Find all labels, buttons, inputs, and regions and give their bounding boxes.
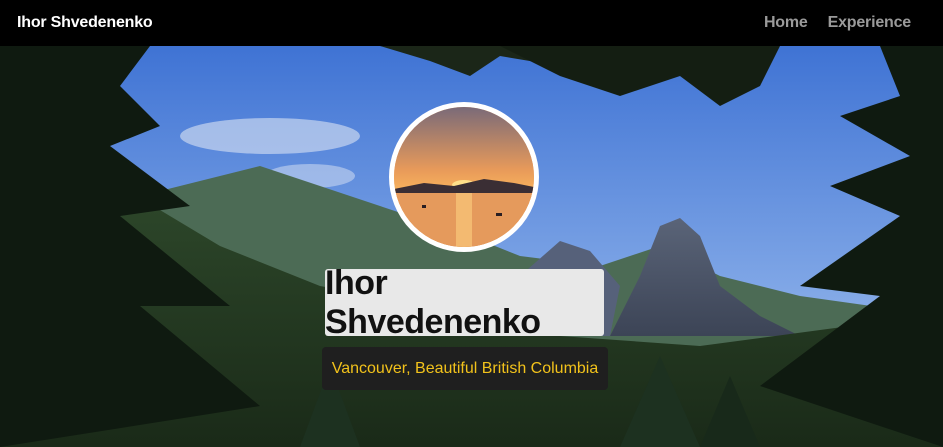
location-text: Vancouver, Beautiful British Columbia <box>331 359 599 377</box>
top-navbar: Ihor Shvedenenko Home Experience <box>0 0 943 46</box>
location-badge: Vancouver, Beautiful British Columbia <box>322 347 608 390</box>
sunset-photo <box>394 107 534 247</box>
name-heading-box: Ihor Shvedenenko <box>325 264 604 341</box>
nav-link-home[interactable]: Home <box>764 14 808 32</box>
nav-link-experience[interactable]: Experience <box>828 14 912 32</box>
nav-links: Home Experience <box>764 14 911 32</box>
brand-link[interactable]: Ihor Shvedenenko <box>17 14 153 32</box>
name-heading: Ihor Shvedenenko <box>325 263 541 341</box>
hero-section: Ihor Shvedenenko Vancouver, Beautiful Br… <box>0 46 943 447</box>
profile-avatar <box>389 102 539 252</box>
